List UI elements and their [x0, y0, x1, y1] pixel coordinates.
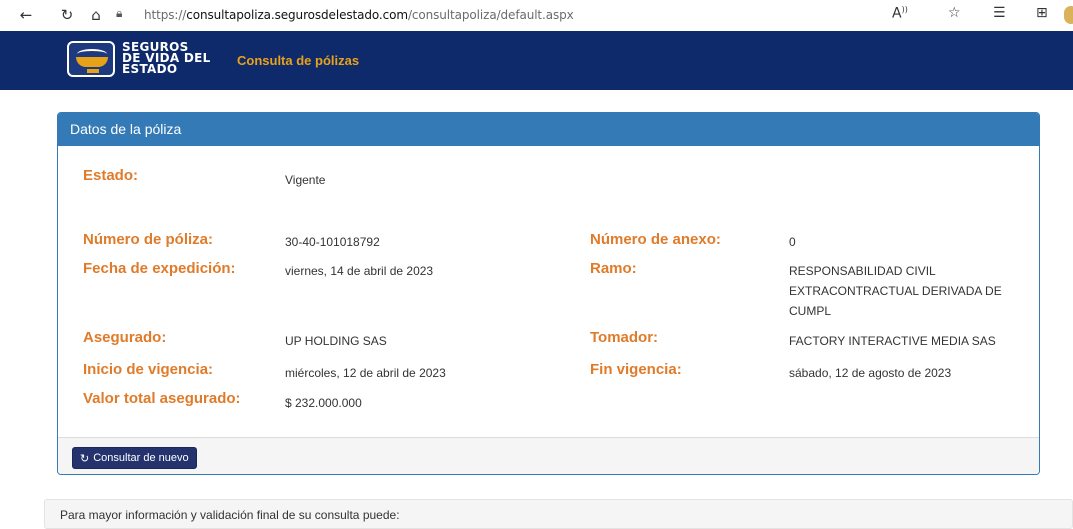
collections-icon[interactable]: ⊞: [1036, 5, 1048, 21]
fecha-expedicion-value: viernes, 14 de abril de 2023: [285, 264, 434, 278]
back-icon[interactable]: ←: [16, 5, 36, 25]
policy-panel: Datos de la póliza Estado: Vigente Númer…: [57, 112, 1040, 475]
brand-line-3: ESTADO: [122, 62, 178, 76]
valor-total-value: $ 232.000.000: [285, 396, 362, 410]
fin-vigencia-value: sábado, 12 de agosto de 2023: [789, 366, 952, 380]
consultar-de-nuevo-label: Consultar de nuevo: [93, 452, 189, 464]
browser-toolbar: ← ↻ ⌂ 🔒︎ https://consultapoliza.segurosd…: [0, 0, 1073, 31]
tomador-value: FACTORY INTERACTIVE MEDIA SAS: [789, 334, 996, 348]
site-header: SEGUROS DE VIDA DEL ESTADO Consulta de p…: [0, 31, 1073, 90]
url-prefix: https://: [144, 8, 187, 22]
read-aloud-icon[interactable]: A)): [892, 5, 908, 22]
numero-anexo-label: Número de anexo:: [590, 231, 721, 248]
address-bar[interactable]: https://consultapoliza.segurosdelestado.…: [144, 8, 574, 22]
fin-vigencia-label: Fin vigencia:: [590, 361, 682, 378]
home-icon[interactable]: ⌂: [86, 5, 106, 25]
inicio-vigencia-label: Inicio de vigencia:: [83, 361, 214, 378]
url-path: /consultapoliza/default.aspx: [407, 8, 574, 22]
ramo-label: Ramo:: [590, 260, 637, 277]
page-title[interactable]: Consulta de pólizas: [237, 53, 359, 68]
reload-icon[interactable]: ↻: [57, 5, 77, 25]
estado-label: Estado:: [83, 167, 139, 184]
refresh-icon: ↻: [80, 451, 90, 465]
favorite-add-icon[interactable]: ☆: [948, 5, 961, 21]
fecha-expedicion-label: Fecha de expedición:: [83, 260, 236, 277]
panel-footer: ↻ Consultar de nuevo: [58, 437, 1039, 474]
brand-name[interactable]: SEGUROS DE VIDA DEL ESTADO: [122, 41, 211, 76]
info-bar: Para mayor información y validación fina…: [44, 499, 1073, 529]
url-host: consultapoliza.segurosdelestado.com: [186, 8, 408, 22]
inicio-vigencia-value: miércoles, 12 de abril de 2023: [285, 366, 446, 380]
estado-value: Vigente: [285, 173, 326, 187]
lamp-logo-icon[interactable]: [67, 41, 115, 77]
tomador-label: Tomador:: [590, 329, 659, 346]
numero-poliza-value: 30-40-101018792: [285, 235, 380, 249]
profile-avatar[interactable]: [1064, 6, 1073, 24]
numero-anexo-value: 0: [789, 235, 796, 249]
ramo-value: RESPONSABILIDAD CIVIL EXTRACONTRACTUAL D…: [789, 264, 1002, 318]
numero-poliza-label: Número de póliza:: [83, 231, 214, 248]
info-text: Para mayor información y validación fina…: [60, 508, 400, 522]
asegurado-value: UP HOLDING SAS: [285, 334, 387, 348]
panel-heading: Datos de la póliza: [58, 113, 1039, 146]
asegurado-label: Asegurado:: [83, 329, 167, 346]
favorites-icon[interactable]: ☰: [993, 5, 1006, 21]
valor-total-label: Valor total asegurado:: [83, 390, 241, 407]
lock-icon[interactable]: 🔒︎: [116, 6, 122, 21]
consultar-de-nuevo-button[interactable]: ↻ Consultar de nuevo: [72, 447, 197, 469]
